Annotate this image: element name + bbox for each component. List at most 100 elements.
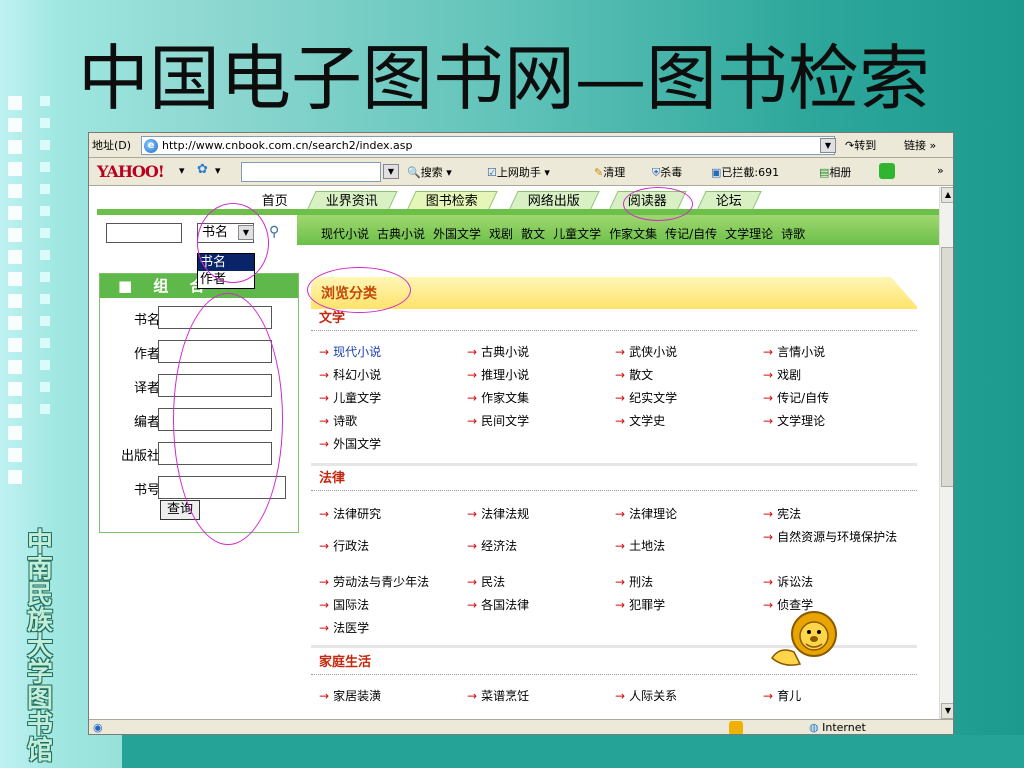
category-link[interactable]: 儿童文学	[553, 227, 601, 241]
link-item[interactable]: → 家居装潢	[319, 687, 381, 704]
scroll-up-button[interactable]: ▲	[941, 187, 953, 203]
category-link[interactable]: 古典小说	[377, 227, 425, 241]
link-item[interactable]: → 经济法	[467, 537, 517, 554]
category-link[interactable]: 散文	[521, 227, 545, 241]
link-item[interactable]: → 纪实文学	[615, 389, 677, 406]
app-icon[interactable]	[879, 163, 895, 179]
link-item[interactable]: → 散文	[615, 366, 653, 383]
link-item[interactable]: → 法律研究	[319, 505, 381, 522]
album-button[interactable]: ▤相册	[819, 164, 851, 180]
quick-search-input[interactable]	[106, 223, 182, 243]
query-button[interactable]: 查询	[160, 500, 200, 520]
option-author[interactable]: 作者	[198, 271, 254, 288]
magnifier-icon[interactable]: ⚲	[269, 224, 279, 240]
blocked-button[interactable]: ▣已拦截:691	[711, 164, 779, 180]
yahoo-search-dropdown[interactable]: ▼	[383, 164, 399, 179]
category-link[interactable]: 传记/自传	[665, 227, 717, 241]
link-item[interactable]: → 劳动法与青少年法	[319, 573, 429, 590]
assistant-button[interactable]: ☑上网助手 ▾	[487, 164, 550, 180]
flower-menu-dropdown[interactable]: ▾	[215, 164, 221, 177]
link-item[interactable]: → 外国文学	[319, 435, 381, 452]
category-link[interactable]: 外国文学	[433, 227, 481, 241]
category-link[interactable]: 文学理论	[725, 227, 773, 241]
field-label: 书名	[133, 313, 160, 328]
security-warning-icon[interactable]	[729, 721, 743, 734]
address-input[interactable]: e http://www.cnbook.com.cn/search2/index…	[141, 136, 835, 155]
link-item[interactable]: → 行政法	[319, 537, 369, 554]
arrow-icon: →	[319, 391, 330, 405]
scroll-down-button[interactable]: ▼	[941, 703, 953, 719]
arrow-icon: →	[763, 414, 774, 428]
link-item[interactable]: → 诗歌	[319, 412, 357, 429]
author-field[interactable]	[158, 340, 272, 363]
yahoo-menu-dropdown[interactable]: ▾	[179, 164, 185, 177]
category-link[interactable]: 戏剧	[489, 227, 513, 241]
yahoo-search-input[interactable]	[241, 162, 381, 182]
isbn-field[interactable]	[158, 476, 286, 499]
picture-icon: ▤	[819, 166, 830, 179]
link-item[interactable]: → 现代小说	[319, 343, 381, 360]
nav-tab-home[interactable]: 首页	[242, 191, 308, 211]
search-field-dropdown-button[interactable]: ▼	[238, 225, 254, 240]
link-item[interactable]: → 育儿	[763, 687, 801, 704]
address-dropdown-button[interactable]: ▼	[820, 138, 836, 153]
category-link[interactable]: 作家文集	[609, 227, 657, 241]
link-item[interactable]: → 土地法	[615, 537, 665, 554]
nav-tab-book-search[interactable]: 图书检索	[406, 191, 498, 211]
nav-tab-reader[interactable]: 阅读器	[608, 191, 687, 211]
antivirus-button[interactable]: ⛨杀毒	[652, 164, 682, 180]
nav-tab-forum[interactable]: 论坛	[696, 191, 762, 211]
link-item[interactable]: → 各国法律	[467, 596, 529, 613]
link-item[interactable]: → 戏剧	[763, 366, 801, 383]
clean-button[interactable]: ✎清理	[594, 164, 625, 180]
links-button[interactable]: 链接 »	[904, 137, 936, 153]
link-item[interactable]: → 推理小说	[467, 366, 529, 383]
arrow-icon: →	[615, 689, 626, 703]
editor-field[interactable]	[158, 408, 272, 431]
nav-tab-publishing[interactable]: 网络出版	[508, 191, 600, 211]
nav-tab-news[interactable]: 业界资讯	[306, 191, 398, 211]
link-item[interactable]: → 民间文学	[467, 412, 529, 429]
link-item[interactable]: → 宪法	[763, 505, 801, 522]
link-item[interactable]: → 古典小说	[467, 343, 529, 360]
link-item[interactable]: → 文学理论	[763, 412, 825, 429]
yahoo-search-button[interactable]: 🔍搜索 ▾	[407, 164, 452, 180]
title-field[interactable]	[158, 306, 272, 329]
arrow-icon: →	[467, 598, 478, 612]
link-item[interactable]: → 诉讼法	[763, 573, 813, 590]
link-item[interactable]: → 自然资源与环境保护法	[763, 527, 913, 547]
field-row-publisher: 出版社	[100, 442, 300, 468]
go-button[interactable]: ↷转到	[845, 137, 876, 153]
link-item[interactable]: → 法律法规	[467, 505, 529, 522]
arrow-icon: →	[319, 507, 330, 521]
link-item[interactable]: → 文学史	[615, 412, 665, 429]
vertical-scrollbar[interactable]: ▲ ▼	[939, 187, 953, 719]
category-link[interactable]: 现代小说	[321, 227, 369, 241]
link-item[interactable]: → 民法	[467, 573, 505, 590]
flower-icon[interactable]: ✿	[197, 162, 208, 177]
category-link[interactable]: 诗歌	[781, 227, 805, 241]
link-item[interactable]: → 法医学	[319, 619, 369, 636]
link-item[interactable]: → 武侠小说	[615, 343, 677, 360]
link-item[interactable]: → 传记/自传	[763, 389, 829, 406]
link-item[interactable]: → 人际关系	[615, 687, 677, 704]
section-literature: 文学	[311, 309, 917, 331]
link-item[interactable]: → 言情小说	[763, 343, 825, 360]
link-item[interactable]: → 刑法	[615, 573, 653, 590]
link-item[interactable]: → 儿童文学	[319, 389, 381, 406]
link-item[interactable]: → 国际法	[319, 596, 369, 613]
link-item[interactable]: → 法律理论	[615, 505, 677, 522]
link-item[interactable]: → 犯罪学	[615, 596, 665, 613]
publisher-field[interactable]	[158, 442, 272, 465]
link-item[interactable]: → 科幻小说	[319, 366, 381, 383]
link-item[interactable]: → 菜谱烹饪	[467, 687, 529, 704]
option-title[interactable]: 书名	[198, 254, 254, 271]
link-item[interactable]: → 作家文集	[467, 389, 529, 406]
category-links: 现代小说 古典小说 外国文学 戏剧 散文 儿童文学 作家文集 传记/自传 文学理论 诗歌	[321, 225, 813, 242]
scroll-thumb[interactable]	[941, 247, 953, 487]
section-divider	[311, 463, 917, 466]
translator-field[interactable]	[158, 374, 272, 397]
yahoo-logo[interactable]: YAHOO!	[97, 162, 165, 181]
toolbar-more-button[interactable]: »	[937, 164, 944, 177]
checkbox-icon: ☑	[487, 166, 497, 179]
